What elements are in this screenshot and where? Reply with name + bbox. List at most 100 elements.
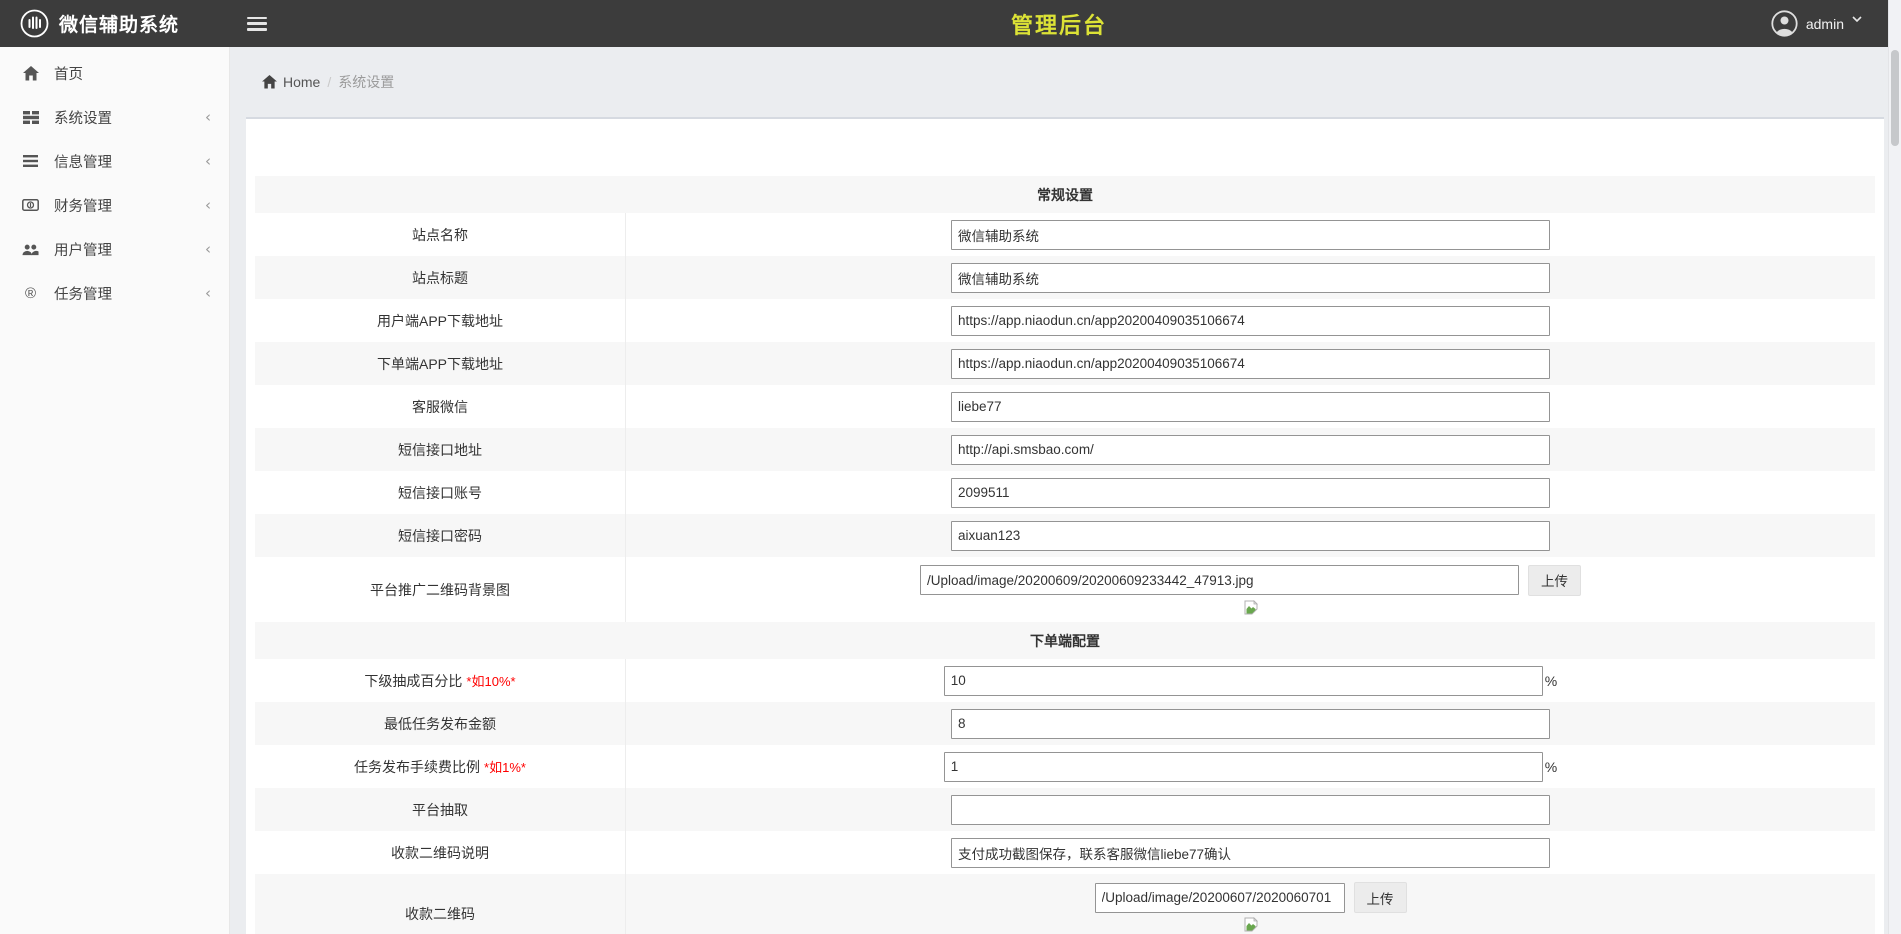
field-label: 下单端APP下载地址 [377, 354, 503, 374]
breadcrumb-separator: / [327, 74, 331, 90]
form-row-promo-qr-bg: 平台推广二维码背景图 上传 [255, 557, 1875, 622]
settings-card: 常规设置 站点名称 站点标题 用户端APP下载地址 [246, 117, 1884, 934]
broken-image-icon [1244, 600, 1258, 615]
sidebar-item-label: 系统设置 [54, 107, 112, 128]
page-title: 管理后台 [1011, 8, 1107, 40]
field-label: 短信接口地址 [398, 440, 482, 460]
sms-password-input[interactable] [951, 521, 1550, 551]
breadcrumb-home-link[interactable]: Home [262, 74, 320, 90]
promo-qr-bg-input[interactable] [920, 565, 1519, 595]
field-label: 用户端APP下载地址 [377, 311, 503, 331]
caret-down-icon [1852, 16, 1862, 22]
sms-api-url-input[interactable] [951, 435, 1550, 465]
brand: 微信辅助系统 [0, 9, 230, 38]
form-row-site-name: 站点名称 [255, 213, 1875, 256]
user-menu[interactable]: admin [1771, 10, 1888, 37]
field-hint: *如1%* [484, 757, 526, 776]
min-task-amount-input[interactable] [951, 709, 1550, 739]
settings-list-icon [22, 111, 39, 124]
form-row-site-title: 站点标题 [255, 256, 1875, 299]
sidebar-item-user-management[interactable]: 用户管理 ‹ [0, 227, 229, 271]
topbar-main: 管理后台 admin [230, 0, 1888, 47]
sidebar-item-label: 财务管理 [54, 195, 112, 216]
field-label: 站点标题 [412, 268, 468, 288]
hamburger-menu-icon[interactable] [247, 17, 267, 31]
task-fee-percent-input[interactable] [944, 752, 1543, 782]
form-row-commission-percent: 下级抽成百分比 *如10%* % [255, 659, 1875, 702]
sidebar-item-label: 用户管理 [54, 239, 112, 260]
field-label: 客服微信 [412, 397, 468, 417]
section-header-order-config: 下单端配置 [255, 622, 1875, 659]
order-app-url-input[interactable] [951, 349, 1550, 379]
form-row-payment-qr-note: 收款二维码说明 [255, 831, 1875, 874]
sidebar: 首页 系统设置 ‹ 信息管理 ‹ 财务管理 ‹ [0, 47, 230, 934]
scrollbar-thumb[interactable] [1891, 50, 1899, 146]
settings-form: 常规设置 站点名称 站点标题 用户端APP下载地址 [255, 176, 1875, 934]
list-icon [22, 155, 39, 167]
users-icon [22, 243, 39, 256]
sms-account-input[interactable] [951, 478, 1550, 508]
brand-logo-icon [20, 9, 49, 38]
percent-suffix: % [1545, 673, 1557, 689]
field-label: 下级抽成百分比 [364, 671, 462, 691]
form-row-task-fee-percent: 任务发布手续费比例 *如1%* % [255, 745, 1875, 788]
platform-cut-input[interactable] [951, 795, 1550, 825]
username: admin [1806, 16, 1844, 32]
payment-qr-note-input[interactable] [951, 838, 1550, 868]
form-row-sms-account: 短信接口账号 [255, 471, 1875, 514]
submenu-arrow-icon: ‹ [205, 152, 211, 170]
form-row-sms-api-url: 短信接口地址 [255, 428, 1875, 471]
payment-qr-input[interactable] [1095, 883, 1345, 913]
field-label: 平台推广二维码背景图 [370, 580, 510, 600]
money-icon [22, 199, 39, 211]
registered-icon: ® [22, 286, 39, 301]
percent-suffix: % [1545, 759, 1557, 775]
avatar-icon [1771, 10, 1798, 37]
field-label: 短信接口账号 [398, 483, 482, 503]
breadcrumb: Home / 系统设置 [246, 47, 1884, 117]
field-label: 最低任务发布金额 [384, 714, 496, 734]
submenu-arrow-icon: ‹ [205, 240, 211, 258]
site-name-input[interactable] [951, 220, 1550, 250]
form-row-sms-password: 短信接口密码 [255, 514, 1875, 557]
field-label: 平台抽取 [412, 800, 468, 820]
sidebar-item-label: 任务管理 [54, 283, 112, 304]
form-row-order-app-url: 下单端APP下载地址 [255, 342, 1875, 385]
submenu-arrow-icon: ‹ [205, 108, 211, 126]
field-label: 站点名称 [412, 225, 468, 245]
sidebar-item-label: 首页 [54, 63, 83, 84]
sidebar-item-system-settings[interactable]: 系统设置 ‹ [0, 95, 229, 139]
breadcrumb-current: 系统设置 [338, 72, 394, 92]
form-row-service-wechat: 客服微信 [255, 385, 1875, 428]
user-app-url-input[interactable] [951, 306, 1550, 336]
site-title-input[interactable] [951, 263, 1550, 293]
main-content: Home / 系统设置 常规设置 站点名称 站点标题 [230, 47, 1888, 934]
payment-qr-upload-button[interactable]: 上传 [1354, 882, 1407, 913]
field-label: 任务发布手续费比例 [354, 757, 480, 777]
page-scrollbar [1888, 0, 1901, 934]
brand-text: 微信辅助系统 [59, 10, 179, 37]
breadcrumb-home-label: Home [283, 74, 320, 90]
sidebar-item-label: 信息管理 [54, 151, 112, 172]
promo-qr-upload-button[interactable]: 上传 [1528, 565, 1581, 596]
service-wechat-input[interactable] [951, 392, 1550, 422]
submenu-arrow-icon: ‹ [205, 284, 211, 302]
field-hint: *如10%* [466, 671, 515, 690]
form-row-min-task-amount: 最低任务发布金额 [255, 702, 1875, 745]
page: 微信辅助系统 管理后台 admin [0, 0, 1888, 934]
section-title: 常规设置 [1037, 185, 1093, 205]
field-label: 短信接口密码 [398, 526, 482, 546]
commission-percent-input[interactable] [944, 666, 1543, 696]
home-icon [22, 66, 39, 81]
field-label: 收款二维码说明 [391, 843, 489, 863]
form-row-payment-qr: 收款二维码 上传 [255, 874, 1875, 934]
field-label: 收款二维码 [405, 904, 475, 924]
sidebar-item-finance-management[interactable]: 财务管理 ‹ [0, 183, 229, 227]
sidebar-item-info-management[interactable]: 信息管理 ‹ [0, 139, 229, 183]
section-title: 下单端配置 [1030, 631, 1100, 651]
form-row-user-app-url: 用户端APP下载地址 [255, 299, 1875, 342]
breadcrumb-home-icon [262, 75, 277, 89]
sidebar-item-task-management[interactable]: ® 任务管理 ‹ [0, 271, 229, 315]
sidebar-item-home[interactable]: 首页 [0, 51, 229, 95]
broken-image-icon [1244, 917, 1258, 932]
